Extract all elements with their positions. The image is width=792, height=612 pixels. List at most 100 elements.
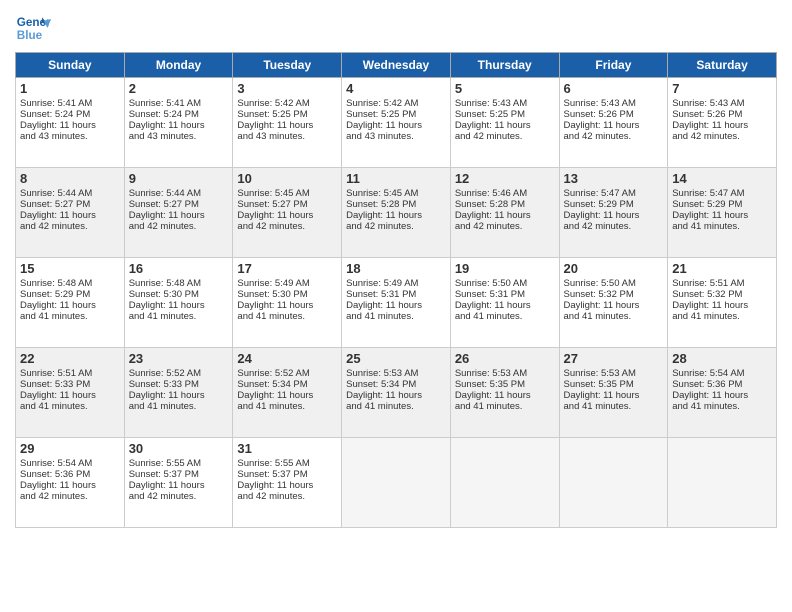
svg-text:Blue: Blue [17, 29, 43, 42]
day-info-line: Sunset: 5:32 PM [564, 289, 664, 300]
day-info-line: Sunrise: 5:52 AM [129, 368, 229, 379]
day-info-line: Sunrise: 5:47 AM [564, 188, 664, 199]
day-number: 23 [129, 351, 229, 366]
day-info-line: Sunset: 5:32 PM [672, 289, 772, 300]
day-number: 19 [455, 261, 555, 276]
day-number: 25 [346, 351, 446, 366]
header: General Blue [15, 10, 777, 46]
day-info-line: and 41 minutes. [455, 401, 555, 412]
page-wrapper: General Blue SundayMondayTuesdayWednesda… [15, 10, 777, 528]
day-info-line: Sunset: 5:34 PM [346, 379, 446, 390]
weekday-header-tuesday: Tuesday [233, 53, 342, 78]
day-info-line: Sunrise: 5:41 AM [20, 98, 120, 109]
calendar-day-cell: 6Sunrise: 5:43 AMSunset: 5:26 PMDaylight… [559, 78, 668, 168]
day-info-line: and 41 minutes. [346, 401, 446, 412]
day-info-line: Daylight: 11 hours [20, 300, 120, 311]
calendar-day-cell: 31Sunrise: 5:55 AMSunset: 5:37 PMDayligh… [233, 438, 342, 528]
day-info-line: Daylight: 11 hours [672, 210, 772, 221]
day-info-line: and 42 minutes. [455, 131, 555, 142]
day-info-line: Sunset: 5:24 PM [129, 109, 229, 120]
calendar-day-cell: 29Sunrise: 5:54 AMSunset: 5:36 PMDayligh… [16, 438, 125, 528]
calendar-table: SundayMondayTuesdayWednesdayThursdayFrid… [15, 52, 777, 528]
day-info-line: Daylight: 11 hours [455, 120, 555, 131]
day-number: 18 [346, 261, 446, 276]
calendar-body: 1Sunrise: 5:41 AMSunset: 5:24 PMDaylight… [16, 78, 777, 528]
day-info-line: and 41 minutes. [672, 221, 772, 232]
day-info-line: and 42 minutes. [20, 221, 120, 232]
day-info-line: Daylight: 11 hours [564, 210, 664, 221]
day-info-line: and 41 minutes. [20, 401, 120, 412]
weekday-header-thursday: Thursday [450, 53, 559, 78]
day-info-line: Sunset: 5:31 PM [455, 289, 555, 300]
day-number: 21 [672, 261, 772, 276]
weekday-header-saturday: Saturday [668, 53, 777, 78]
weekday-header-wednesday: Wednesday [342, 53, 451, 78]
day-info-line: Daylight: 11 hours [20, 480, 120, 491]
day-info-line: Sunrise: 5:53 AM [346, 368, 446, 379]
day-info-line: Daylight: 11 hours [237, 480, 337, 491]
day-info-line: and 42 minutes. [346, 221, 446, 232]
day-info-line: Sunset: 5:35 PM [564, 379, 664, 390]
day-info-line: Daylight: 11 hours [346, 120, 446, 131]
day-info-line: Sunset: 5:30 PM [129, 289, 229, 300]
weekday-header-monday: Monday [124, 53, 233, 78]
day-info-line: Daylight: 11 hours [237, 210, 337, 221]
day-info-line: Sunset: 5:31 PM [346, 289, 446, 300]
day-info-line: Sunrise: 5:52 AM [237, 368, 337, 379]
day-info-line: and 43 minutes. [129, 131, 229, 142]
day-info-line: Sunset: 5:27 PM [20, 199, 120, 210]
day-info-line: Sunrise: 5:49 AM [237, 278, 337, 289]
day-info-line: Sunrise: 5:48 AM [129, 278, 229, 289]
day-info-line: Sunrise: 5:53 AM [564, 368, 664, 379]
day-info-line: Sunrise: 5:55 AM [237, 458, 337, 469]
day-info-line: Sunrise: 5:50 AM [455, 278, 555, 289]
day-info-line: Sunset: 5:26 PM [672, 109, 772, 120]
day-info-line: Sunrise: 5:51 AM [672, 278, 772, 289]
calendar-week-row: 1Sunrise: 5:41 AMSunset: 5:24 PMDaylight… [16, 78, 777, 168]
day-info-line: Sunrise: 5:42 AM [346, 98, 446, 109]
day-info-line: Daylight: 11 hours [672, 300, 772, 311]
day-info-line: and 41 minutes. [564, 401, 664, 412]
weekday-header-sunday: Sunday [16, 53, 125, 78]
calendar-day-cell: 26Sunrise: 5:53 AMSunset: 5:35 PMDayligh… [450, 348, 559, 438]
day-number: 5 [455, 81, 555, 96]
calendar-day-cell: 24Sunrise: 5:52 AMSunset: 5:34 PMDayligh… [233, 348, 342, 438]
calendar-day-cell: 23Sunrise: 5:52 AMSunset: 5:33 PMDayligh… [124, 348, 233, 438]
day-number: 27 [564, 351, 664, 366]
day-info-line: Sunrise: 5:48 AM [20, 278, 120, 289]
day-info-line: Daylight: 11 hours [129, 300, 229, 311]
day-info-line: Daylight: 11 hours [455, 300, 555, 311]
day-number: 30 [129, 441, 229, 456]
day-info-line: and 41 minutes. [672, 311, 772, 322]
calendar-day-cell: 25Sunrise: 5:53 AMSunset: 5:34 PMDayligh… [342, 348, 451, 438]
day-info-line: and 41 minutes. [129, 311, 229, 322]
calendar-week-row: 29Sunrise: 5:54 AMSunset: 5:36 PMDayligh… [16, 438, 777, 528]
calendar-day-cell: 3Sunrise: 5:42 AMSunset: 5:25 PMDaylight… [233, 78, 342, 168]
day-info-line: Daylight: 11 hours [346, 300, 446, 311]
day-info-line: and 42 minutes. [672, 131, 772, 142]
calendar-day-cell: 28Sunrise: 5:54 AMSunset: 5:36 PMDayligh… [668, 348, 777, 438]
calendar-day-cell: 22Sunrise: 5:51 AMSunset: 5:33 PMDayligh… [16, 348, 125, 438]
day-info-line: Sunrise: 5:47 AM [672, 188, 772, 199]
day-info-line: Sunset: 5:27 PM [237, 199, 337, 210]
day-info-line: Sunrise: 5:45 AM [237, 188, 337, 199]
calendar-day-cell: 5Sunrise: 5:43 AMSunset: 5:25 PMDaylight… [450, 78, 559, 168]
day-info-line: and 41 minutes. [237, 311, 337, 322]
calendar-day-cell: 8Sunrise: 5:44 AMSunset: 5:27 PMDaylight… [16, 168, 125, 258]
logo: General Blue [15, 10, 55, 46]
calendar-day-cell: 4Sunrise: 5:42 AMSunset: 5:25 PMDaylight… [342, 78, 451, 168]
day-number: 8 [20, 171, 120, 186]
calendar-day-cell [450, 438, 559, 528]
calendar-day-cell: 30Sunrise: 5:55 AMSunset: 5:37 PMDayligh… [124, 438, 233, 528]
calendar-day-cell: 14Sunrise: 5:47 AMSunset: 5:29 PMDayligh… [668, 168, 777, 258]
calendar-day-cell: 18Sunrise: 5:49 AMSunset: 5:31 PMDayligh… [342, 258, 451, 348]
day-number: 3 [237, 81, 337, 96]
day-info-line: Daylight: 11 hours [20, 390, 120, 401]
day-number: 15 [20, 261, 120, 276]
day-info-line: Daylight: 11 hours [564, 300, 664, 311]
day-info-line: and 43 minutes. [346, 131, 446, 142]
day-number: 17 [237, 261, 337, 276]
calendar-day-cell: 7Sunrise: 5:43 AMSunset: 5:26 PMDaylight… [668, 78, 777, 168]
day-info-line: Daylight: 11 hours [129, 390, 229, 401]
day-number: 9 [129, 171, 229, 186]
